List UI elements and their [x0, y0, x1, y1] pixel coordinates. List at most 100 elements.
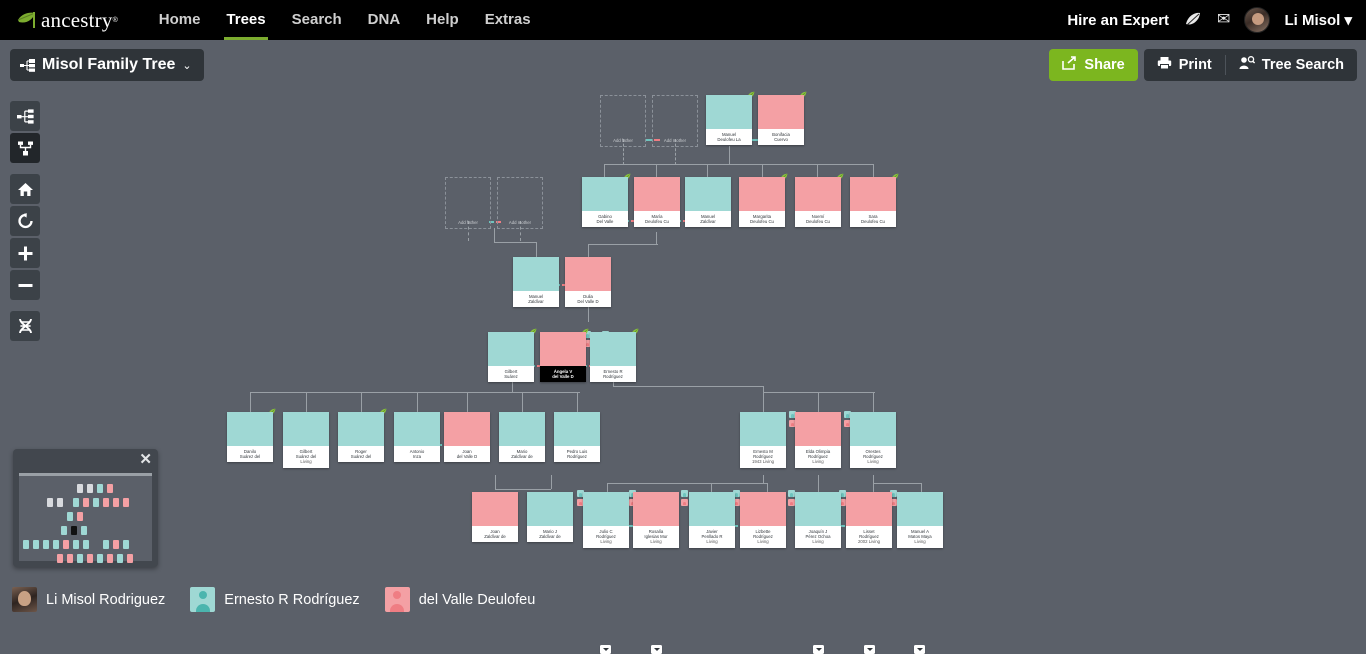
- person-name: Mario JZaldívar de: [527, 526, 573, 542]
- parent-indicator-chips[interactable]: [681, 490, 688, 507]
- person-card[interactable]: Mario JZaldívar de: [527, 492, 573, 542]
- person-search-icon: [1239, 56, 1255, 74]
- person-card[interactable]: AntonioInza: [394, 412, 440, 462]
- person-silhouette: [283, 412, 329, 446]
- person-card[interactable]: Julio CRodríguezLiving: [583, 492, 629, 548]
- add-parent-placeholder[interactable]: Add mother: [497, 177, 543, 229]
- nav-trees[interactable]: Trees: [213, 0, 278, 40]
- person-name: JavierPenllado RLiving: [689, 526, 735, 548]
- person-card[interactable]: GilbertSuárez: [488, 332, 534, 382]
- person-card[interactable]: Joaquín JPérez OchoaLiving: [795, 492, 841, 548]
- person-card[interactable]: GilbertSuárez delLiving: [283, 412, 329, 468]
- close-icon[interactable]: ✕: [139, 452, 152, 467]
- person-card[interactable]: LissetRodríguez2002 Living: [846, 492, 892, 548]
- person-card[interactable]: JoanZaldívar de: [472, 492, 518, 542]
- add-parent-placeholder[interactable]: Add father: [600, 95, 646, 147]
- connector-line: [762, 164, 763, 177]
- person-card[interactable]: NoemíDeulofeu Cu: [795, 177, 841, 227]
- account-menu-button[interactable]: Li Misol ▾: [1284, 11, 1352, 29]
- add-parent-placeholder[interactable]: Add mother: [652, 95, 698, 147]
- person-card[interactable]: RosalíaIglesias MurLiving: [633, 492, 679, 548]
- person-card[interactable]: LizbetteRodríguezLiving: [740, 492, 786, 548]
- expand-descendants-button[interactable]: [813, 645, 824, 654]
- person-name: Julio CRodríguezLiving: [583, 526, 629, 548]
- connector-line: [588, 244, 589, 257]
- connector-line: [522, 392, 523, 412]
- expand-descendants-button[interactable]: [651, 645, 662, 654]
- connector-line: [607, 483, 608, 492]
- person-card[interactable]: DaniloSuárez del: [227, 412, 273, 462]
- ancestry-logo[interactable]: ancestry®: [0, 8, 118, 33]
- nav-home[interactable]: Home: [146, 0, 214, 40]
- tree-toolbar: Misol Family Tree ⌄ Share Print Tree Sea…: [0, 40, 1366, 90]
- connector-line: [656, 232, 657, 244]
- legend-item-maternal[interactable]: del Valle Deulofeu: [385, 587, 536, 612]
- person-card[interactable]: SaraDeulofeu Cu: [850, 177, 896, 227]
- minimap-node: [57, 498, 63, 507]
- person-silhouette: [740, 492, 786, 526]
- tree-search-button[interactable]: Tree Search: [1226, 49, 1357, 81]
- person-card[interactable]: DuliaDel Valle D: [565, 257, 611, 307]
- expand-descendants-button[interactable]: [864, 645, 875, 654]
- nav-search[interactable]: Search: [279, 0, 355, 40]
- print-button[interactable]: Print: [1144, 49, 1225, 81]
- person-card[interactable]: Pedro LuisRodríguez: [554, 412, 600, 462]
- tree-name-label: Misol Family Tree: [42, 56, 175, 74]
- minimap-node: [127, 554, 133, 563]
- minimap-node: [81, 526, 87, 535]
- connector-line: [250, 392, 251, 412]
- person-silhouette: [394, 412, 440, 446]
- avatar[interactable]: [1244, 7, 1270, 33]
- person-name: DuliaDel Valle D: [565, 291, 611, 307]
- minimap-panel[interactable]: ✕: [13, 449, 158, 567]
- person-card[interactable]: Joandel Valle D: [444, 412, 490, 462]
- person-silhouette: [527, 492, 573, 526]
- expand-descendants-button[interactable]: [600, 645, 611, 654]
- person-silhouette: [846, 492, 892, 526]
- minimap-node: [43, 540, 49, 549]
- share-button[interactable]: Share: [1049, 49, 1137, 81]
- person-card[interactable]: MarioZaldívar de: [499, 412, 545, 462]
- mail-icon[interactable]: ✉: [1217, 12, 1230, 28]
- leaf-icon[interactable]: [1183, 10, 1203, 30]
- add-parent-label: Add father: [601, 136, 645, 146]
- person-card[interactable]: ManuelZaldívar: [513, 257, 559, 307]
- person-silhouette: [472, 492, 518, 526]
- person-card[interactable]: Elda OlimpiaRodríguezLiving: [795, 412, 841, 468]
- person-card-selected[interactable]: Ángela Vdel Valle D: [540, 332, 586, 382]
- person-card[interactable]: Ernesto MRodríguez1943 Living: [740, 412, 786, 468]
- minimap-viewport[interactable]: [19, 473, 152, 561]
- family-tree-canvas[interactable]: Add fatherAdd motherManuelDeulofeu LaBon…: [0, 90, 1366, 625]
- person-card[interactable]: JavierPenllado RLiving: [689, 492, 735, 548]
- nav-dna[interactable]: DNA: [355, 0, 414, 40]
- minimap-node: [107, 554, 113, 563]
- person-silhouette: [554, 412, 600, 446]
- minimap-node: [47, 498, 53, 507]
- person-card[interactable]: BonifaciaCuervo: [758, 95, 804, 145]
- person-card[interactable]: MargaritaDeulofeu Cu: [739, 177, 785, 227]
- add-parent-placeholder[interactable]: Add father: [445, 177, 491, 229]
- person-card[interactable]: OrestesRodríguezLiving: [850, 412, 896, 468]
- person-card[interactable]: GabinoDel Valle: [582, 177, 628, 227]
- expand-descendants-button[interactable]: [914, 645, 925, 654]
- person-silhouette: [498, 178, 542, 218]
- person-silhouette: [590, 332, 636, 366]
- person-card[interactable]: MaríaDeulofeu Cu: [634, 177, 680, 227]
- hire-an-expert-link[interactable]: Hire an Expert: [1067, 12, 1169, 29]
- minimap-node: [113, 498, 119, 507]
- legend-item-paternal[interactable]: Ernesto R Rodríguez: [190, 587, 359, 612]
- person-card[interactable]: RogerSuárez del: [338, 412, 384, 462]
- ancestry-leaf-icon: [16, 10, 38, 30]
- person-card[interactable]: ManuelDeulofeu La: [706, 95, 752, 145]
- nav-extras[interactable]: Extras: [472, 0, 544, 40]
- person-name: LizbetteRodríguezLiving: [740, 526, 786, 548]
- legend-item-home-person[interactable]: Li Misol Rodriguez: [12, 587, 165, 612]
- person-card[interactable]: Ernesto RRodríguez: [590, 332, 636, 382]
- person-name: SaraDeulofeu Cu: [850, 211, 896, 227]
- person-card[interactable]: ManuelZaldívar: [685, 177, 731, 227]
- person-card[interactable]: Manuel AMatos MayaLiving: [897, 492, 943, 548]
- tree-selector-button[interactable]: Misol Family Tree ⌄: [10, 49, 204, 81]
- minimap-node: [93, 498, 99, 507]
- parent-indicator-chips[interactable]: [788, 490, 795, 507]
- nav-help[interactable]: Help: [413, 0, 472, 40]
